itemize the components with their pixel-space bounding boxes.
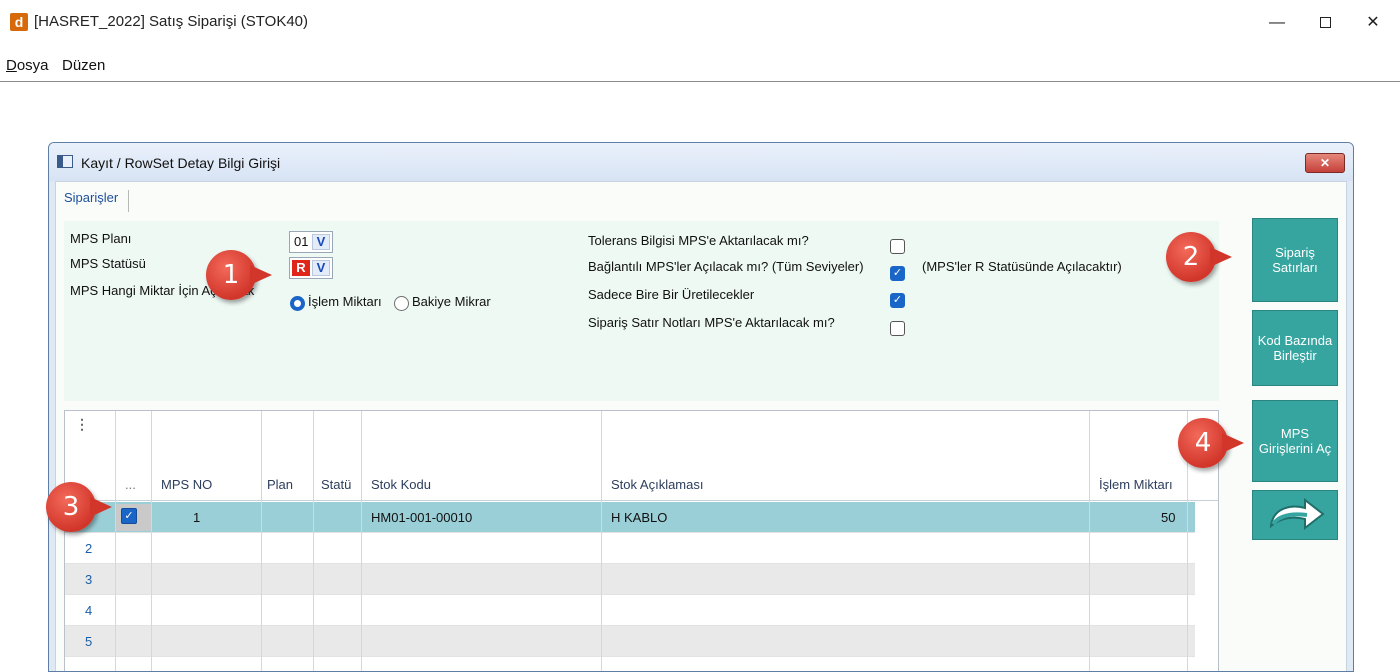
- grid-divider: [1089, 411, 1090, 671]
- siparis-satirlari-button[interactable]: Sipariş Satırları: [1252, 218, 1338, 302]
- col-header-islem-miktari[interactable]: İşlem Miktarı: [1099, 477, 1173, 492]
- col-header-mps-no[interactable]: MPS NO: [161, 477, 212, 492]
- dialog-titlebar: Kayıt / RowSet Detay Bilgi Girişi ✕: [49, 143, 1353, 181]
- table-row[interactable]: 3: [65, 564, 1195, 595]
- minimize-button[interactable]: —: [1254, 8, 1300, 38]
- tab-siparisler[interactable]: Siparişler: [64, 190, 130, 212]
- menu-bar: Dosya Düzen: [0, 52, 1400, 82]
- forward-arrow-icon: [1269, 497, 1325, 531]
- cell-mps-no: 1: [193, 510, 201, 525]
- options-panel: MPS Planı 01 V MPS Statüsü R V MPS Hangi…: [64, 221, 1219, 401]
- maximize-button[interactable]: [1302, 8, 1348, 38]
- menu-dosya-label: osya: [16, 57, 49, 74]
- maximize-icon: [1319, 17, 1331, 29]
- mps-statusu-value: R: [292, 260, 310, 276]
- radio-bakiye-mikrar[interactable]: [394, 296, 409, 311]
- callout-4: 4: [1178, 418, 1244, 468]
- grid-header: ⋮ ... MPS NO Plan Statü Stok Kodu Stok A…: [65, 411, 1218, 501]
- row-number: 5: [85, 634, 93, 649]
- baglantili-note: (MPS'ler R Statüsünde Açılacaktır): [922, 259, 1122, 274]
- callout-3: 3: [46, 482, 112, 532]
- menu-duzen[interactable]: Düzen: [62, 57, 105, 74]
- menu-dosya[interactable]: Dosya: [6, 57, 49, 74]
- grid-divider: [115, 411, 116, 671]
- col-header-plan[interactable]: Plan: [267, 477, 293, 492]
- mps-grid: ⋮ ... MPS NO Plan Statü Stok Kodu Stok A…: [64, 410, 1219, 671]
- grid-divider: [601, 411, 602, 671]
- kod-bazinda-birlestir-button[interactable]: Kod Bazında Birleştir: [1252, 310, 1338, 386]
- table-row[interactable]: 5: [65, 626, 1195, 657]
- tolerans-checkbox[interactable]: [890, 239, 905, 254]
- row-number: 3: [85, 572, 93, 587]
- col-header-statu[interactable]: Statü: [321, 477, 351, 492]
- app-titlebar: d [HASRET_2022] Satış Siparişi (STOK40) …: [0, 0, 1400, 44]
- mps-statusu-label: MPS Statüsü: [70, 256, 146, 271]
- callout-2: 2: [1166, 232, 1232, 282]
- col-header-stok-aciklamasi[interactable]: Stok Açıklaması: [611, 477, 703, 492]
- grid-divider: [151, 411, 152, 671]
- mps-plani-label: MPS Planı: [70, 231, 132, 246]
- mps-girislerini-ac-button[interactable]: MPS Girişlerini Aç: [1252, 400, 1338, 482]
- radio-bakiye-label: Bakiye Mikrar: [412, 294, 491, 309]
- window-icon: [57, 155, 73, 168]
- detail-dialog: Kayıt / RowSet Detay Bilgi Girişi ✕ Sipa…: [48, 142, 1354, 672]
- col-header-stok-kodu[interactable]: Stok Kodu: [371, 477, 431, 492]
- cell-islem-miktari: 50: [1161, 510, 1176, 525]
- mps-plani-combo[interactable]: 01 V: [289, 231, 333, 253]
- grid-divider: [261, 411, 262, 671]
- radio-islem-miktari[interactable]: [290, 296, 305, 311]
- grid-menu-icon[interactable]: ⋮: [75, 417, 89, 431]
- row-select-checkbox[interactable]: ✓: [121, 508, 137, 524]
- table-row[interactable]: 4: [65, 595, 1195, 626]
- cell-stok-kodu: HM01-001-00010: [371, 510, 473, 525]
- row-number: 4: [85, 603, 93, 618]
- mps-statusu-combo[interactable]: R V: [289, 257, 333, 279]
- app-title: [HASRET_2022] Satış Siparişi (STOK40): [34, 13, 308, 30]
- table-row[interactable]: ✓ 1 HM01-001-00010 H KABLO 50: [65, 502, 1195, 533]
- close-button[interactable]: ✕: [1350, 8, 1396, 38]
- baglantili-label: Bağlantılı MPS'ler Açılacak mı? (Tüm Sev…: [588, 259, 864, 274]
- notlar-label: Sipariş Satır Notları MPS'e Aktarılacak …: [588, 315, 835, 330]
- sadece-checkbox[interactable]: ✓: [890, 293, 905, 308]
- dialog-body: Siparişler MPS Planı 01 V MPS Statüsü R …: [55, 181, 1347, 671]
- sadece-label: Sadece Bire Bir Üretilecekler: [588, 287, 755, 302]
- dropdown-arrow-icon[interactable]: V: [312, 234, 330, 250]
- grid-divider: [313, 411, 314, 671]
- baglantili-checkbox[interactable]: ✓: [890, 266, 905, 281]
- cell-stok-aciklamasi: H KABLO: [611, 510, 668, 525]
- table-row[interactable]: 2: [65, 533, 1195, 564]
- menu-dosya-mnemonic: D: [6, 57, 17, 74]
- radio-islem-label: İşlem Miktarı: [308, 294, 382, 309]
- dialog-close-button[interactable]: ✕: [1305, 153, 1345, 173]
- dropdown-arrow-icon[interactable]: V: [312, 260, 330, 276]
- forward-button[interactable]: [1252, 490, 1338, 540]
- tolerans-label: Tolerans Bilgisi MPS'e Aktarılacak mı?: [588, 233, 809, 248]
- mps-plani-value: 01: [294, 234, 309, 249]
- app-logo-icon: d: [10, 13, 28, 31]
- row-number: 2: [85, 541, 93, 556]
- col-header-select[interactable]: ...: [125, 477, 136, 492]
- grid-divider: [361, 411, 362, 671]
- callout-1: 1: [206, 250, 272, 300]
- notlar-checkbox[interactable]: [890, 321, 905, 336]
- dialog-title: Kayıt / RowSet Detay Bilgi Girişi: [81, 155, 281, 171]
